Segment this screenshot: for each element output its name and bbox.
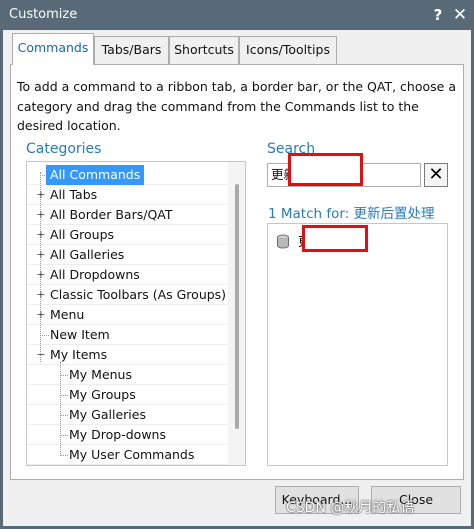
title-bar: Customize ? ✕ (0, 0, 474, 30)
category-label: New Item (50, 327, 110, 342)
clear-search-button[interactable]: ✕ (424, 163, 448, 187)
match-count-text: 1 Match for: 更新后置处理 (268, 206, 435, 222)
categories-heading: Categories (26, 141, 102, 157)
watermark-text: CSDN @秋月的私语 (286, 500, 415, 516)
collapse-icon[interactable]: − (36, 345, 46, 365)
expand-icon[interactable]: + (36, 265, 46, 285)
instructions-text: To add a command to a ribbon tab, a bord… (17, 79, 456, 133)
category-menu[interactable]: + Menu (27, 305, 228, 325)
category-label: All Commands (46, 165, 145, 185)
category-all-dropdowns[interactable]: + All Dropdowns (27, 265, 228, 285)
expand-icon[interactable]: + (36, 205, 46, 225)
redaction-box (302, 225, 368, 252)
category-my-groups[interactable]: My Groups (27, 385, 228, 405)
category-my-dropdowns[interactable]: My Drop-downs (27, 425, 228, 445)
category-my-items[interactable]: − My Items (27, 345, 228, 365)
category-new-item[interactable]: New Item (27, 325, 228, 345)
category-my-user-commands[interactable]: My User Commands (27, 445, 228, 465)
tab-icons-tooltips[interactable]: Icons/Tooltips (239, 36, 337, 64)
categories-tree[interactable]: All Commands + All Tabs + All Border Bar… (26, 161, 246, 466)
tab-shortcuts-label: Shortcuts (174, 42, 234, 57)
category-all-galleries[interactable]: + All Galleries (27, 245, 228, 265)
expand-icon[interactable]: + (36, 245, 46, 265)
category-label: My Drop-downs (69, 427, 166, 442)
category-all-border-bars[interactable]: + All Border Bars/QAT (27, 205, 228, 225)
tab-icons-tooltips-label: Icons/Tooltips (246, 42, 330, 57)
redaction-box (288, 153, 363, 186)
expand-icon[interactable]: + (36, 285, 46, 305)
category-all-groups[interactable]: + All Groups (27, 225, 228, 245)
category-label: Menu (50, 307, 85, 322)
help-button[interactable]: ? (429, 4, 447, 26)
commands-list[interactable]: 更 (267, 223, 448, 466)
category-label: All Tabs (50, 187, 98, 202)
expand-icon[interactable]: + (36, 225, 46, 245)
expand-icon[interactable]: + (36, 185, 46, 205)
tab-commands[interactable]: Commands (12, 33, 94, 65)
tab-tabs-bars-label: Tabs/Bars (101, 42, 162, 57)
categories-scrollbar[interactable] (228, 162, 245, 465)
close-window-button[interactable]: ✕ (450, 4, 470, 26)
category-label: My Galleries (69, 407, 146, 422)
category-my-menus[interactable]: My Menus (27, 365, 228, 385)
category-all-commands[interactable]: All Commands (27, 165, 228, 185)
category-label: All Dropdowns (50, 267, 140, 282)
category-label: Classic Toolbars (As Groups) (50, 287, 227, 302)
category-classic-toolbars[interactable]: + Classic Toolbars (As Groups) (27, 285, 228, 305)
category-label: All Groups (50, 227, 115, 242)
category-all-tabs[interactable]: + All Tabs (27, 185, 228, 205)
category-label: My User Commands (69, 447, 195, 462)
category-my-galleries[interactable]: My Galleries (27, 405, 228, 425)
category-label: My Items (50, 347, 108, 362)
category-label: All Border Bars/QAT (50, 207, 173, 222)
category-label: My Menus (69, 367, 132, 382)
tab-shortcuts[interactable]: Shortcuts (169, 36, 239, 64)
tab-commands-label: Commands (17, 40, 89, 55)
tab-tabs-bars[interactable]: Tabs/Bars (94, 36, 169, 64)
command-icon (277, 234, 289, 249)
category-label: All Galleries (50, 247, 125, 262)
window-title: Customize (9, 7, 78, 22)
category-label: My Groups (69, 387, 136, 402)
expand-icon[interactable]: + (36, 305, 46, 325)
scrollbar-thumb[interactable] (235, 184, 239, 429)
